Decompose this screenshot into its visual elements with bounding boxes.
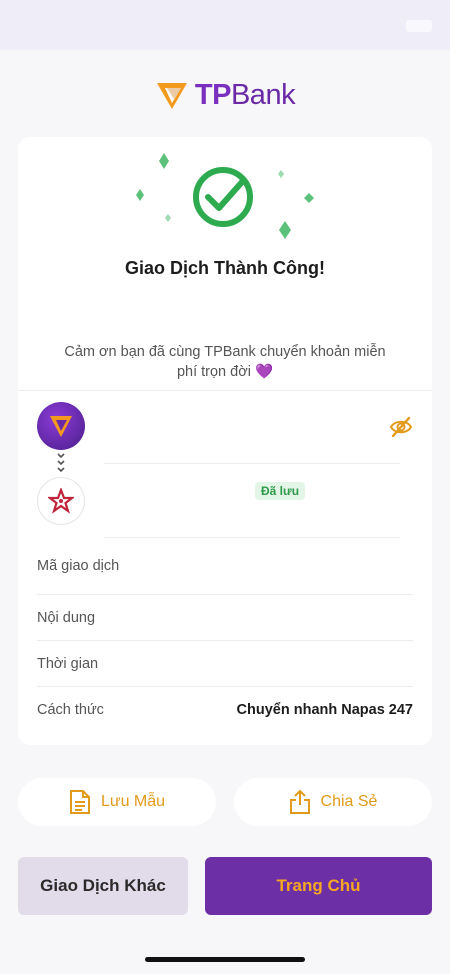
detail-row-method: Cách thức Chuyển nhanh Napas 247 — [37, 687, 413, 733]
bank-star-icon — [48, 488, 74, 514]
success-check-icon — [136, 153, 314, 239]
recipient-bank-avatar — [37, 477, 85, 525]
sender-avatar — [37, 402, 85, 450]
detail-row-transaction-id: Mã giao dịch — [37, 543, 413, 589]
detail-label: Nội dung — [37, 610, 96, 626]
logo-bank-text: Bank — [230, 78, 296, 111]
share-button[interactable]: Chia Sẻ — [234, 778, 432, 826]
thank-you-message: Cảm ơn bạn đã cùng TPBank chuyển khoản m… — [64, 344, 386, 380]
other-transaction-button[interactable]: Giao Dịch Khác — [18, 857, 188, 915]
document-icon — [69, 790, 90, 814]
tpbank-logo: TPBank — [0, 78, 450, 112]
detail-label: Thời gian — [37, 656, 99, 672]
home-indicator[interactable] — [145, 957, 305, 962]
divider — [104, 463, 400, 464]
detail-row-content: Nội dung — [37, 595, 413, 641]
success-title: Giao Dịch Thành Công! — [125, 258, 325, 278]
detail-label: Cách thức — [37, 702, 104, 718]
share-icon — [289, 789, 310, 814]
divider — [18, 390, 432, 391]
saved-badge: Đã lưu — [255, 482, 306, 500]
detail-label: Mã giao dịch — [37, 558, 120, 574]
divider — [104, 537, 400, 538]
detail-row-time: Thời gian — [37, 641, 413, 687]
chevron-down-icon — [57, 453, 65, 473]
home-button[interactable]: Trang Chủ — [205, 857, 432, 915]
save-template-button[interactable]: Lưu Mẫu — [18, 778, 216, 826]
transaction-card: Giao Dịch Thành Công! Cảm ơn bạn đã cùng… — [18, 137, 432, 745]
detail-value: Chuyển nhanh Napas 247 — [236, 702, 413, 718]
save-template-label: Lưu Mẫu — [100, 793, 166, 810]
battery-icon — [406, 20, 432, 32]
share-label: Chia Sẻ — [320, 793, 378, 810]
status-bar — [0, 0, 450, 50]
eye-off-icon[interactable] — [389, 415, 413, 439]
logo-tp-text: TP — [194, 78, 232, 111]
tpbank-avatar-icon — [50, 416, 72, 437]
tpbank-logo-icon — [156, 83, 187, 109]
